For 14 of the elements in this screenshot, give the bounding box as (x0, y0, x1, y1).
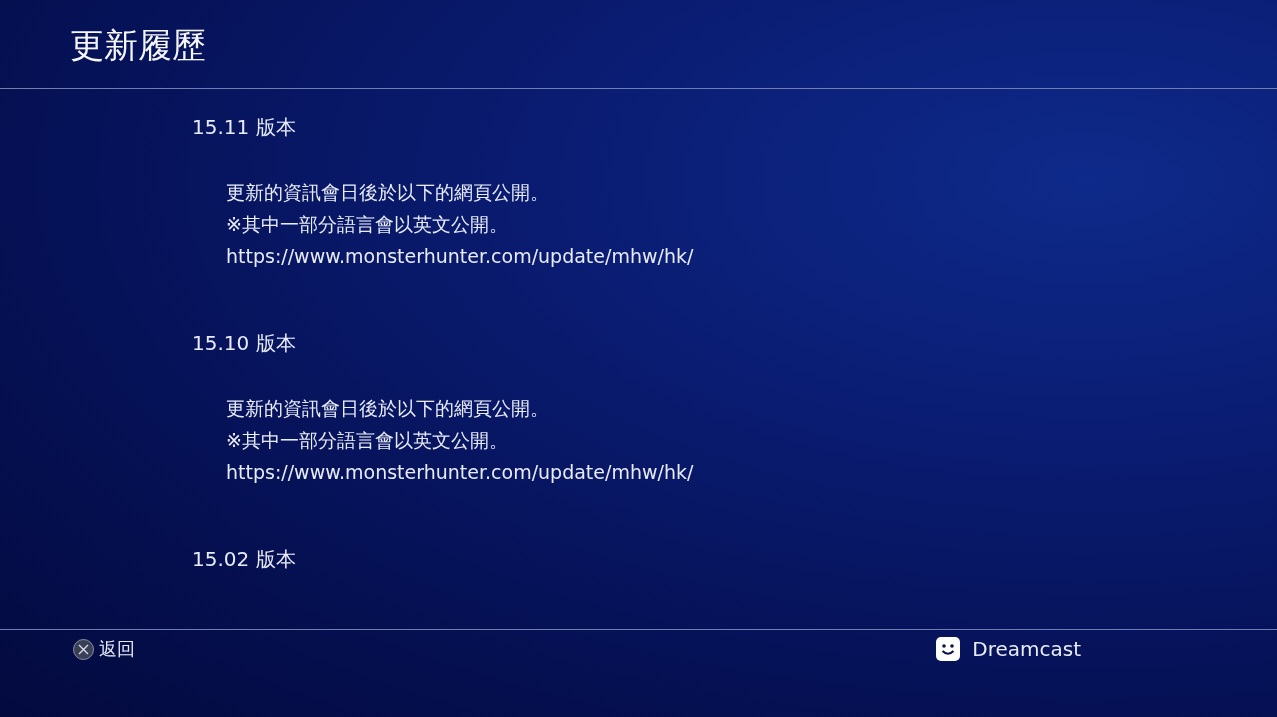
update-note: https://www.monsterhunter.com/update/mhw/hk/ (226, 460, 694, 485)
update-note: ※其中一部分語言會以英文公開。 (226, 212, 508, 237)
smiley-avatar-icon (936, 637, 961, 661)
version-heading: 15.11 版本 (192, 114, 296, 140)
version-heading: 15.02 版本 (192, 546, 296, 572)
update-note: ※其中一部分語言會以英文公開。 (226, 428, 508, 453)
update-note: 更新的資訊會日後於以下的網頁公開。 (226, 396, 549, 421)
update-note: 更新的資訊會日後於以下的網頁公開。 (226, 180, 549, 205)
page-title: 更新履歷 (70, 24, 206, 67)
back-label: 返回 (99, 637, 135, 661)
user-name: Dreamcast (972, 637, 1081, 661)
version-heading: 15.10 版本 (192, 330, 296, 356)
cross-button-icon (73, 638, 94, 660)
update-note: https://www.monsterhunter.com/update/mhw/hk/ (226, 244, 694, 269)
